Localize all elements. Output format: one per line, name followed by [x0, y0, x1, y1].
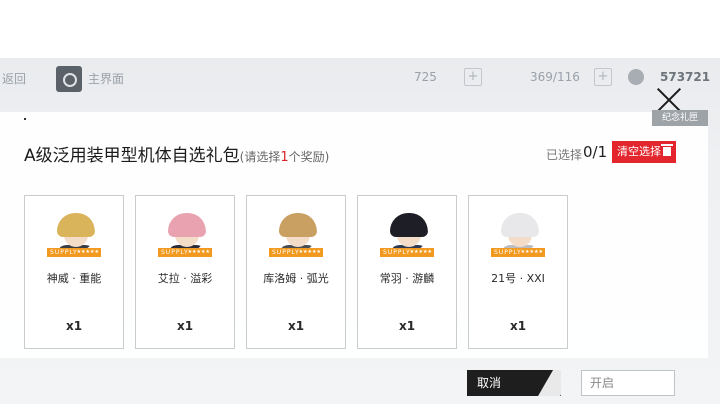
rank-badge: SUPPLY ★★★★★ [158, 248, 212, 257]
top-bar: 返回 主界面 725 + 369/116 + 573721 [0, 64, 720, 92]
reward-quantity: x1 [65, 319, 83, 333]
back-label[interactable]: 返回 [2, 70, 26, 87]
add-resource-2-icon[interactable]: + [594, 68, 612, 86]
reward-card[interactable]: SUPPLY ★★★★★ 神威 · 重能 x1 [24, 195, 124, 349]
reward-card[interactable]: SUPPLY ★★★★★ 艾拉 · 溢彩 x1 [135, 195, 235, 349]
home-label[interactable]: 主界面 [88, 70, 124, 87]
reward-quantity: x1 [287, 319, 305, 333]
home-icon[interactable] [56, 66, 82, 92]
selection-hint: (请选择1个奖励) [239, 150, 330, 165]
divider [24, 118, 26, 120]
selected-count: 0/1 [583, 143, 608, 161]
reward-card[interactable]: SUPPLY ★★★★★ 库洛姆 · 弧光 x1 [246, 195, 346, 349]
reward-card[interactable]: SUPPLY ★★★★★ 21号 · XXI x1 [468, 195, 568, 349]
rank-badge: SUPPLY ★★★★★ [47, 248, 101, 257]
reward-quantity: x1 [509, 319, 527, 333]
reward-card[interactable]: SUPPLY ★★★★★ 常羽 · 游麟 x1 [357, 195, 457, 349]
coin-icon [628, 69, 644, 85]
reward-quantity: x1 [398, 319, 416, 333]
reward-name: 21号 · XXI [491, 272, 545, 285]
trash-icon [661, 144, 673, 156]
clear-selection-label: 清空选择 [617, 145, 661, 158]
add-resource-1-icon[interactable]: + [464, 68, 482, 86]
dialog-title-row: A级泛用装甲型机体自选礼包(请选择1个奖励) [24, 141, 329, 166]
resource-1-value: 725 [414, 70, 437, 84]
rank-badge: SUPPLY ★★★★★ [380, 248, 434, 257]
clear-selection-button[interactable]: 清空选择 [612, 141, 676, 163]
reward-quantity: x1 [176, 319, 194, 333]
rank-badge: SUPPLY ★★★★★ [491, 248, 545, 257]
souvenir-tag: 纪念礼匣 [652, 110, 708, 126]
dialog-title: A级泛用装甲型机体自选礼包 [24, 146, 240, 166]
reward-name: 艾拉 · 溢彩 [157, 272, 213, 285]
resource-2-value: 369/116 [530, 70, 580, 84]
open-button[interactable]: 开启 [581, 370, 675, 396]
reward-name: 库洛姆 · 弧光 [263, 272, 329, 285]
cancel-button[interactable]: 取消 [467, 370, 561, 396]
reward-name: 常羽 · 游麟 [379, 272, 435, 285]
reward-name: 神威 · 重能 [46, 272, 102, 285]
rank-badge: SUPPLY ★★★★★ [269, 248, 323, 257]
resource-3-value: 573721 [660, 70, 711, 84]
selected-label: 已选择 [546, 148, 583, 162]
